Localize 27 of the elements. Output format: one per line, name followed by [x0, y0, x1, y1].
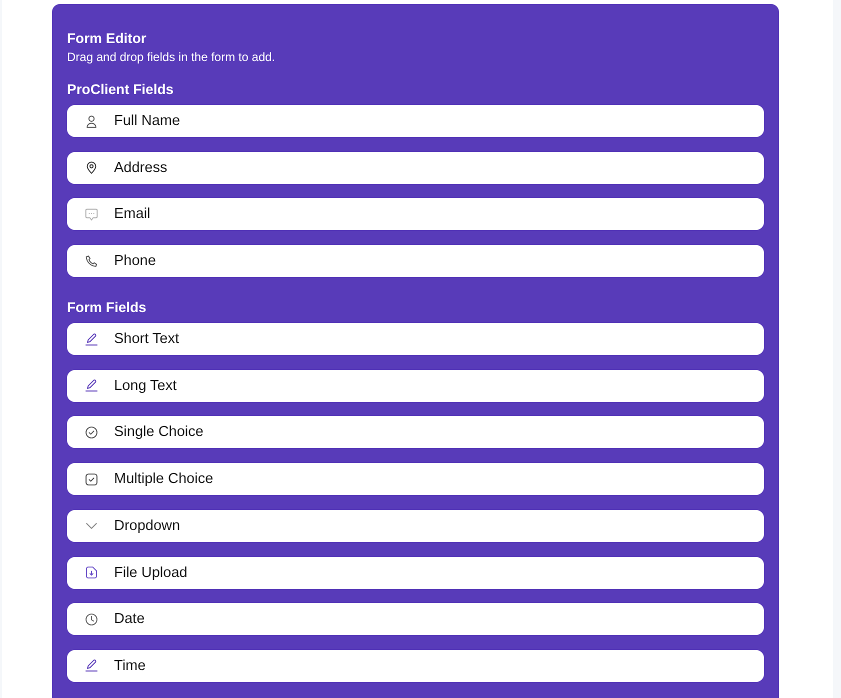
location-pin-icon: [85, 161, 98, 174]
clock-icon: [85, 612, 98, 626]
field-chip[interactable]: Short Text: [67, 323, 764, 356]
field-chip[interactable]: Single Choice: [67, 416, 764, 448]
field-chip[interactable]: Email: [67, 198, 764, 230]
field-chip[interactable]: Time: [67, 650, 764, 682]
pencil-icon: [85, 379, 98, 392]
file-icon: [85, 566, 98, 579]
pencil-icon: [85, 659, 98, 672]
field-chip[interactable]: File Upload: [67, 556, 764, 588]
phone-icon: [85, 254, 98, 268]
circle-check-icon: [85, 426, 98, 439]
section-heading: Form Fields: [67, 299, 148, 316]
field-chip[interactable]: Multiple Choice: [67, 463, 764, 496]
checkbox-icon: [85, 472, 98, 486]
person-icon: [85, 114, 98, 128]
field-chip[interactable]: Date: [67, 603, 764, 636]
section-heading: ProClient Fields: [67, 81, 175, 98]
chat-bubble-icon: [85, 208, 98, 221]
panel-title: Form Editor: [67, 30, 148, 47]
pencil-icon: [85, 332, 98, 346]
field-chip[interactable]: Address: [67, 152, 764, 184]
panel-subtitle: Drag and drop fields in the form to add.: [67, 49, 276, 65]
field-chip[interactable]: Long Text: [67, 370, 764, 402]
field-chip[interactable]: Phone: [67, 245, 764, 278]
field-chip[interactable]: Dropdown: [67, 510, 764, 542]
field-chip[interactable]: Full Name: [67, 105, 764, 137]
